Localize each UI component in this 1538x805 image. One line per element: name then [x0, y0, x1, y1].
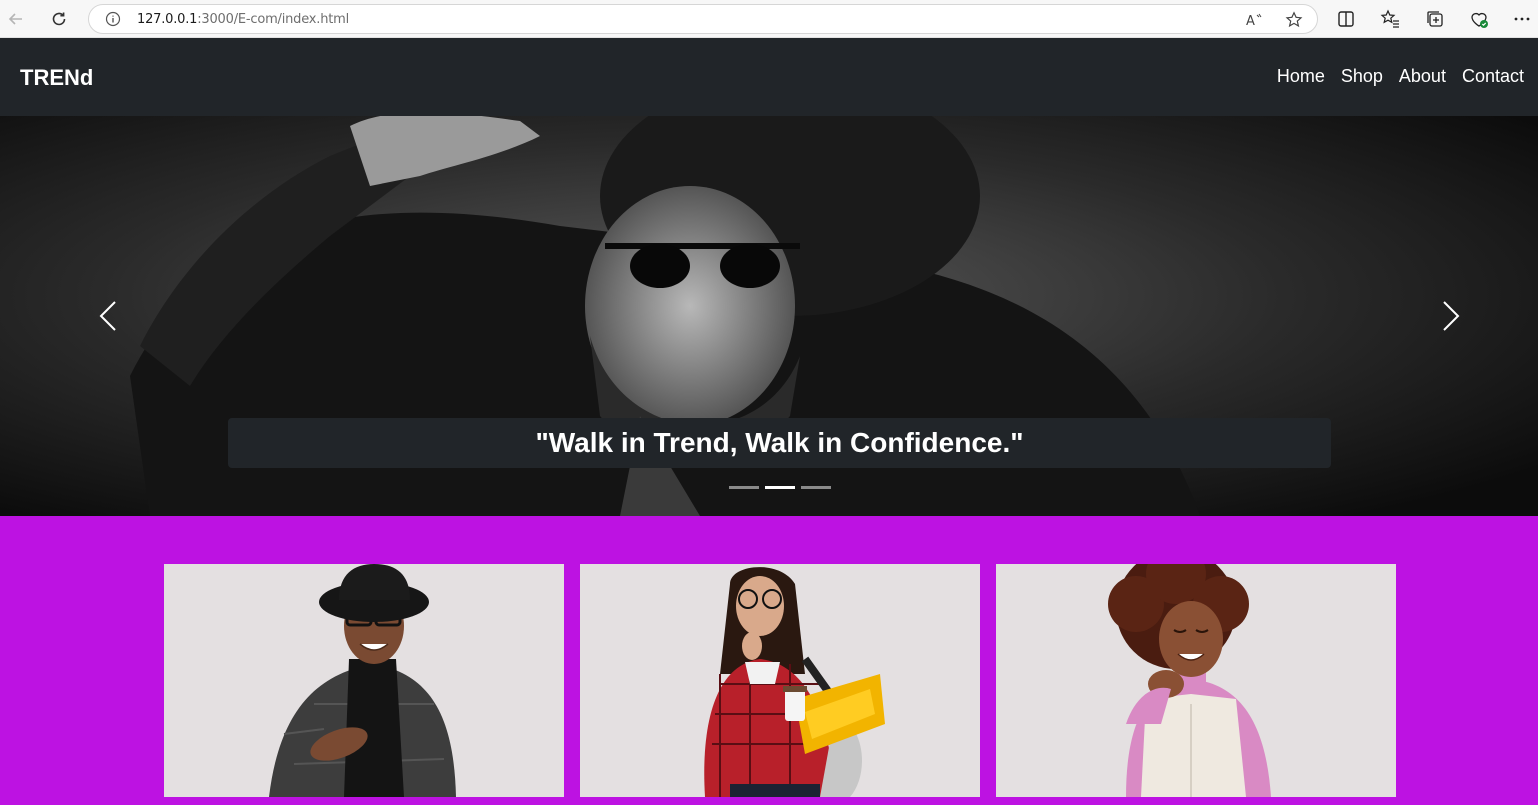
collections-icon[interactable] [1425, 9, 1445, 29]
more-options-icon[interactable] [1512, 9, 1532, 29]
product-cards [164, 564, 1396, 797]
back-button[interactable] [4, 7, 28, 31]
nav-link-contact[interactable]: Contact [1454, 66, 1532, 87]
carousel-indicators [729, 486, 831, 489]
hero-caption-text: "Walk in Trend, Walk in Confidence." [535, 427, 1024, 458]
card-image-woman-with-curly-hair [1108, 564, 1271, 797]
info-icon[interactable] [105, 11, 121, 27]
nav-link-shop[interactable]: Shop [1333, 66, 1391, 87]
nav-link-home[interactable]: Home [1269, 66, 1333, 87]
back-arrow-icon [8, 13, 22, 25]
carousel-prev-icon[interactable] [95, 299, 125, 333]
read-aloud-icon[interactable]: A [1245, 11, 1263, 29]
nav-link-about[interactable]: About [1391, 66, 1454, 87]
site-navbar: TRENd Home Shop About Contact [0, 38, 1538, 116]
reload-button[interactable] [47, 7, 71, 31]
card-image-man-in-hat [269, 564, 456, 797]
split-screen-icon[interactable] [1336, 9, 1356, 29]
reload-icon [52, 12, 66, 26]
favorites-icon[interactable] [1380, 9, 1400, 29]
carousel-indicator-3[interactable] [801, 486, 831, 489]
url-text[interactable]: 127.0.0.1:3000/E-com/index.html [137, 12, 349, 27]
product-card[interactable] [580, 564, 980, 797]
carousel-next-icon[interactable] [1434, 299, 1464, 333]
favorite-star-icon[interactable] [1285, 11, 1303, 29]
hero-caption: "Walk in Trend, Walk in Confidence." [228, 418, 1331, 468]
product-card[interactable] [164, 564, 564, 797]
nav-links: Home Shop About Contact [1269, 66, 1532, 87]
browser-essentials-icon[interactable] [1469, 9, 1489, 29]
carousel-indicator-2[interactable] [765, 486, 795, 489]
brand-logo[interactable]: TRENd [20, 65, 93, 91]
browser-toolbar: 127.0.0.1:3000/E-com/index.html A [0, 0, 1538, 38]
card-image-woman-with-folders [704, 567, 885, 797]
carousel-indicator-1[interactable] [729, 486, 759, 489]
product-card[interactable] [996, 564, 1396, 797]
svg-text:A: A [1246, 14, 1255, 29]
address-bar[interactable]: 127.0.0.1:3000/E-com/index.html A [88, 4, 1318, 34]
hero-carousel: "Walk in Trend, Walk in Confidence." [0, 116, 1538, 516]
